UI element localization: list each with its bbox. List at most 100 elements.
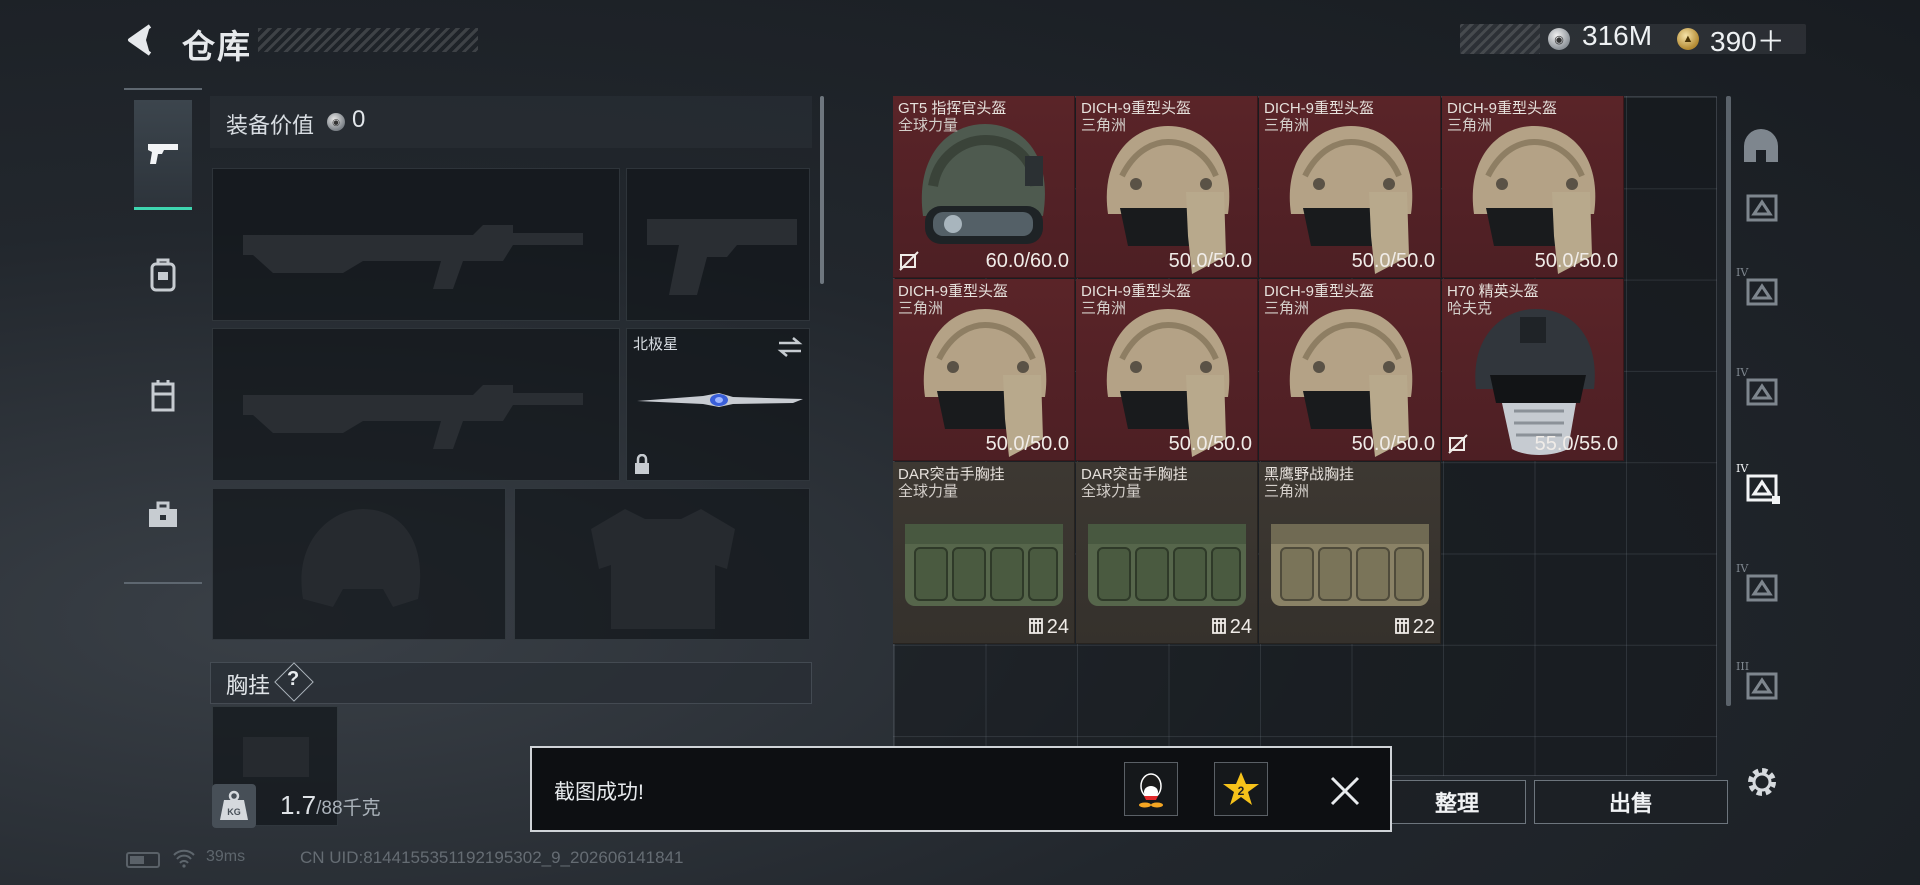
carry-weight-value: 1.7 [280,790,317,820]
inventory-item[interactable]: DICH-9重型头盔 三角洲 50.0/50.0 [1076,96,1258,278]
armor-silhouette-icon [591,509,735,629]
item-faction: 三角洲 [1447,117,1493,134]
item-durability: 60.0/60.0 [985,250,1069,272]
tier4-helmet-icon[interactable]: IV [1736,266,1784,314]
inventory-item[interactable]: DICH-9重型头盔 三角洲 50.0/50.0 [1259,279,1441,461]
inventory-item[interactable]: GT5 指挥官头盔 全球力量 60.0/60.0 [893,96,1075,278]
primary-weapon-slot[interactable] [212,168,620,321]
item-durability: 50.0/50.0 [1351,433,1435,455]
item-faction: 哈夫克 [1447,300,1493,317]
item-name: DAR突击手胸挂 [1081,466,1188,483]
item-name: DICH-9重型头盔 [1081,100,1192,117]
tier4-armor-icon[interactable]: IV [1736,562,1784,610]
item-name: DICH-9重型头盔 [1081,283,1192,300]
equipment-value-label: 装备价值 [226,113,315,138]
no-repair-icon [899,251,919,271]
svg-text:KG: KG [227,807,241,817]
back-icon[interactable] [124,22,160,58]
user-uid: CN UID:8144155351192195302_9_20260614184… [300,848,684,867]
tab-backpack[interactable] [134,220,192,330]
item-name: H70 精英头盔 [1447,283,1539,300]
ping-readout: 39ms [206,848,246,865]
equipment-value: 0 [352,106,366,133]
melee-name: 北极星 [633,336,679,353]
share-qzone-button[interactable]: 2 [1214,762,1268,816]
item-capacity-value: 22 [1412,616,1435,638]
armor-category-icon[interactable] [1738,184,1784,230]
silver-coin-icon: ◉ [1548,28,1570,50]
tier-label: III [1736,660,1750,673]
item-faction: 三角洲 [1264,300,1310,317]
item-name: DAR突击手胸挂 [898,466,1005,483]
weight-icon: KG [212,784,256,828]
inventory-item[interactable]: DICH-9重型头盔 三角洲 50.0/50.0 [1442,96,1624,278]
item-capacity-value: 24 [1229,616,1252,638]
inventory-item[interactable]: 黑鹰野战胸挂 三角洲 22 [1259,462,1441,644]
item-name: DICH-9重型头盔 [898,283,1009,300]
inventory-item[interactable]: H70 精英头盔 哈夫克 55.0/55.0 [1442,279,1624,461]
item-faction: 全球力量 [898,117,959,134]
item-durability: 50.0/50.0 [1534,250,1618,272]
item-name: 黑鹰野战胸挂 [1264,466,1355,483]
capacity-icon [1394,618,1409,634]
tab-toolbox[interactable] [134,460,192,570]
item-capacity: 24 [1211,616,1252,639]
gold-coin-icon: ▲ [1677,28,1699,50]
sort-button[interactable]: 整理 [1388,780,1526,824]
title-decoration [258,28,478,52]
tier-label: IV [1736,266,1749,279]
item-name: DICH-9重型头盔 [1447,100,1558,117]
pistol-slot[interactable] [626,168,810,321]
melee-slot[interactable]: 北极星 [626,328,810,481]
helmet-category-icon[interactable] [1738,124,1784,170]
knife-icon [637,393,803,407]
tier3-armor-icon[interactable]: III [1736,660,1784,708]
tier-label: IV [1736,462,1749,475]
tab-chest-rig[interactable] [134,340,192,450]
inventory-item[interactable]: DICH-9重型头盔 三角洲 50.0/50.0 [1259,96,1441,278]
lock-icon [635,454,649,474]
inventory-item[interactable]: DAR突击手胸挂 全球力量 24 [893,462,1075,644]
tab-weapons[interactable] [134,100,192,210]
armor-slot[interactable] [514,488,810,640]
loadout-tabs [124,88,202,584]
item-faction: 全球力量 [898,483,959,500]
secondary-weapon-slot[interactable] [212,328,620,481]
inventory-item[interactable]: DICH-9重型头盔 三角洲 50.0/50.0 [893,279,1075,461]
item-capacity: 22 [1394,616,1435,639]
silver-currency-value[interactable]: 316M [1582,20,1652,52]
qq-icon [1139,773,1163,808]
item-faction: 三角洲 [1264,483,1310,500]
item-name: DICH-9重型头盔 [1264,100,1375,117]
help-icon[interactable]: ? [287,668,299,691]
inventory-item[interactable]: DICH-9重型头盔 三角洲 50.0/50.0 [1076,279,1258,461]
silver-coin-icon: ◉ [327,113,345,131]
item-durability: 50.0/50.0 [1168,433,1252,455]
tier-label: IV [1736,562,1749,575]
gear-icon[interactable] [1744,764,1780,800]
pistol-icon [148,143,178,164]
rifle-silhouette-icon [243,385,583,449]
inventory-item[interactable]: DAR突击手胸挂 全球力量 24 [1076,462,1258,644]
equipment-scrollbar[interactable] [820,96,824,284]
tier4-helmet-icon-2[interactable]: IV [1736,366,1784,414]
item-faction: 三角洲 [1081,117,1127,134]
no-repair-icon [1448,434,1468,454]
helmet-slot[interactable] [212,488,506,640]
toolbox-icon [149,501,177,527]
toast-message: 截图成功! [554,781,644,804]
sell-button[interactable]: 出售 [1534,780,1728,824]
rifle-silhouette-icon [243,225,583,289]
vest-label: 胸挂 [226,673,271,698]
tier4-helmet-selected-icon[interactable]: IV [1736,462,1784,510]
battery-icon [126,852,160,868]
share-qq-button[interactable] [1124,762,1178,816]
item-faction: 三角洲 [1081,300,1127,317]
wifi-icon [172,848,196,873]
pistol-silhouette-icon [647,219,797,295]
swap-icon[interactable] [777,335,803,359]
gold-currency-value[interactable]: 390＋ [1710,20,1785,60]
category-scrollbar[interactable] [1726,96,1731,706]
close-icon[interactable] [1326,772,1364,810]
item-faction: 三角洲 [1264,117,1310,134]
